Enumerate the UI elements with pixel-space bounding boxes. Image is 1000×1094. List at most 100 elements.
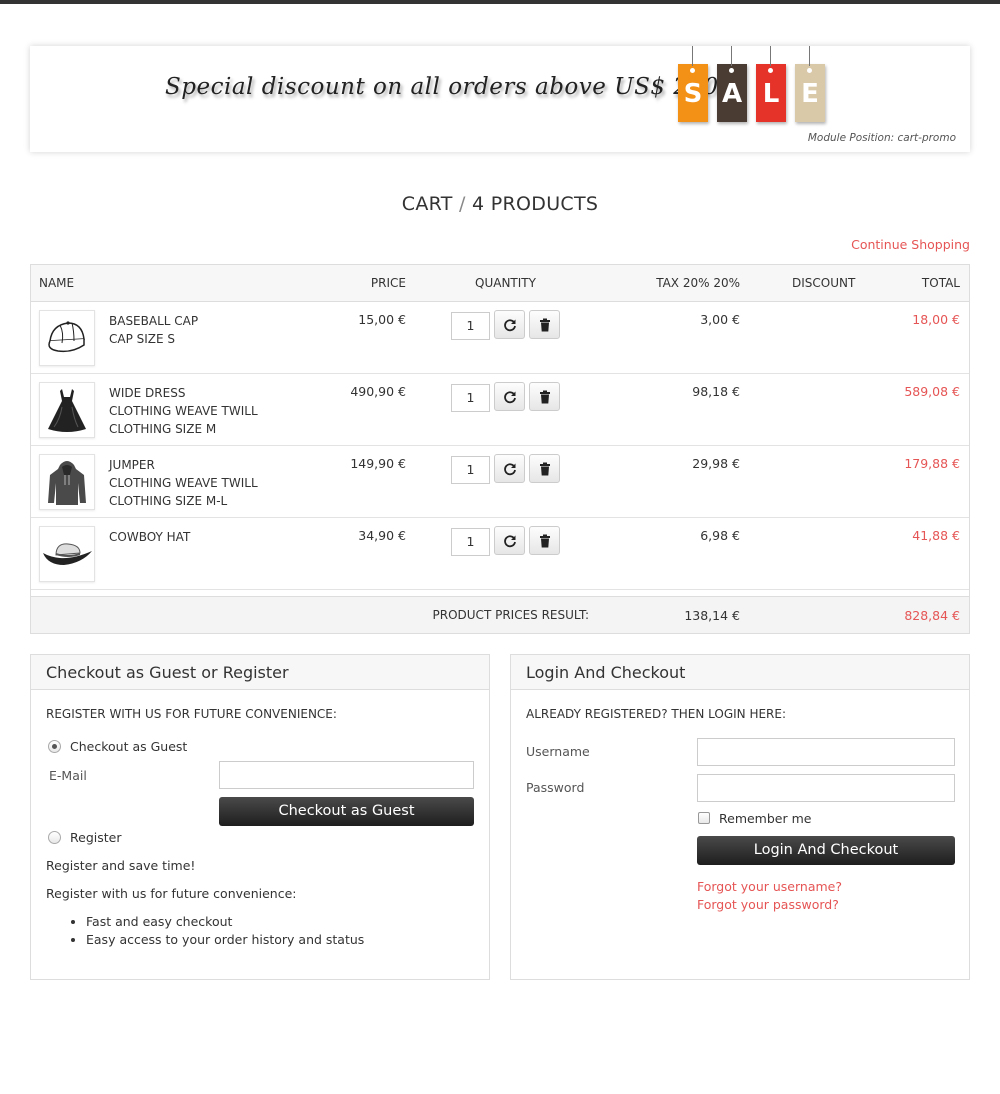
password-field[interactable] — [697, 774, 955, 802]
quantity-input[interactable]: 1 — [451, 384, 490, 412]
list-item: Fast and easy checkout — [86, 913, 364, 931]
forgot-password-link[interactable]: Forgot your password? — [697, 897, 839, 912]
remove-item-button[interactable] — [529, 310, 560, 339]
cart-summary-row: PRODUCT PRICES RESULT: 138,14 € 828,84 € — [31, 596, 969, 633]
table-row: JUMPER CLOTHING WEAVE TWILL CLOTHING SIZ… — [31, 446, 969, 518]
guest-radio-label[interactable]: Checkout as Guest — [70, 739, 187, 754]
promo-text: Special discount on all orders above US$… — [165, 74, 719, 100]
register-line-2: Register with us for future convenience: — [46, 886, 297, 901]
table-row: BASEBALL CAP CAP SIZE S 15,00 € 1 3,00 €… — [31, 302, 969, 374]
quantity-input[interactable]: 1 — [451, 528, 490, 556]
promo-banner: Special discount on all orders above US$… — [30, 46, 970, 152]
top-bar — [0, 0, 1000, 4]
product-thumbnail[interactable] — [39, 310, 95, 366]
guest-radio[interactable] — [48, 740, 61, 753]
product-name-block: COWBOY HAT — [109, 528, 190, 546]
register-radio-label[interactable]: Register — [70, 830, 121, 845]
login-checkout-panel: Login And Checkout ALREADY REGISTERED? T… — [510, 654, 970, 980]
register-radio[interactable] — [48, 831, 61, 844]
header-total: TOTAL — [921, 276, 960, 290]
refresh-icon — [503, 318, 516, 331]
product-name[interactable]: JUMPER — [109, 456, 258, 474]
summary-tax: 138,14 € — [684, 608, 740, 623]
guest-panel-title: Checkout as Guest or Register — [31, 655, 489, 690]
product-thumbnail[interactable] — [39, 526, 95, 582]
update-quantity-button[interactable] — [494, 526, 525, 555]
header-tax: TAX 20% 20% — [656, 276, 740, 290]
header-name: NAME — [39, 276, 75, 290]
quantity-input[interactable]: 1 — [451, 312, 490, 340]
quantity-input[interactable]: 1 — [451, 456, 490, 484]
product-name[interactable]: COWBOY HAT — [109, 528, 190, 546]
trash-icon — [539, 462, 550, 475]
product-total: 41,88 € — [912, 528, 960, 543]
product-name[interactable]: BASEBALL CAP — [109, 312, 198, 330]
checkout-as-guest-button[interactable]: Checkout as Guest — [219, 797, 474, 826]
remove-item-button[interactable] — [529, 526, 560, 555]
cart-title-separator: / — [458, 193, 466, 215]
table-row: WIDE DRESS CLOTHING WEAVE TWILL CLOTHING… — [31, 374, 969, 446]
product-name-block: BASEBALL CAP CAP SIZE S — [109, 312, 198, 348]
login-panel-subtitle: ALREADY REGISTERED? THEN LOGIN HERE: — [526, 707, 787, 721]
sale-tag-a: A — [717, 46, 747, 122]
product-attribute: CLOTHING WEAVE TWILL — [109, 476, 258, 490]
update-quantity-button[interactable] — [494, 382, 525, 411]
sale-tag-e: E — [795, 46, 825, 122]
product-price: 149,90 € — [350, 456, 406, 471]
register-benefits-list: Fast and easy checkout Easy access to yo… — [72, 913, 364, 949]
module-position-label: Module Position: cart-promo — [807, 132, 956, 144]
username-label: Username — [526, 744, 590, 759]
product-attribute: CAP SIZE S — [109, 332, 176, 346]
refresh-icon — [503, 390, 516, 403]
cart-product-count: 4 PRODUCTS — [472, 193, 599, 215]
login-and-checkout-button[interactable]: Login And Checkout — [697, 836, 955, 865]
header-discount: DISCOUNT — [792, 276, 856, 290]
remember-me-label[interactable]: Remember me — [719, 811, 811, 826]
guest-panel-subtitle: REGISTER WITH US FOR FUTURE CONVENIENCE: — [46, 707, 337, 721]
product-thumbnail[interactable] — [39, 382, 95, 438]
product-price: 490,90 € — [350, 384, 406, 399]
product-price: 15,00 € — [358, 312, 406, 327]
jumper-icon — [48, 461, 86, 505]
cart-table: NAME PRICE QUANTITY TAX 20% 20% DISCOUNT… — [30, 264, 970, 634]
summary-total: 828,84 € — [904, 608, 960, 623]
product-total: 179,88 € — [904, 456, 960, 471]
product-thumbnail[interactable] — [39, 454, 95, 510]
header-quantity: QUANTITY — [475, 276, 536, 290]
hat-icon — [43, 543, 92, 565]
list-item: Easy access to your order history and st… — [86, 931, 364, 949]
sale-tag-l: L — [756, 46, 786, 122]
update-quantity-button[interactable] — [494, 310, 525, 339]
sale-tag-s: S — [678, 46, 708, 122]
password-label: Password — [526, 780, 585, 795]
remove-item-button[interactable] — [529, 382, 560, 411]
forgot-username-link[interactable]: Forgot your username? — [697, 879, 842, 894]
username-field[interactable] — [697, 738, 955, 766]
product-name[interactable]: WIDE DRESS — [109, 384, 258, 402]
continue-shopping-link[interactable]: Continue Shopping — [851, 237, 970, 252]
product-attribute: CLOTHING WEAVE TWILL — [109, 404, 258, 418]
refresh-icon — [503, 462, 516, 475]
product-name-block: WIDE DRESS CLOTHING WEAVE TWILL CLOTHING… — [109, 384, 258, 438]
product-price: 34,90 € — [358, 528, 406, 543]
product-tax: 98,18 € — [692, 384, 740, 399]
product-total: 589,08 € — [904, 384, 960, 399]
product-attribute: CLOTHING SIZE M-L — [109, 494, 228, 508]
email-field[interactable] — [219, 761, 474, 789]
remember-me-checkbox[interactable] — [698, 812, 710, 824]
table-row: COWBOY HAT 34,90 € 1 6,98 € 41,88 € — [31, 518, 969, 590]
guest-checkout-panel: Checkout as Guest or Register REGISTER W… — [30, 654, 490, 980]
refresh-icon — [503, 534, 516, 547]
trash-icon — [539, 534, 550, 547]
update-quantity-button[interactable] — [494, 454, 525, 483]
cap-icon — [48, 321, 85, 353]
product-total: 18,00 € — [912, 312, 960, 327]
page-title: CART / 4 PRODUCTS — [0, 193, 1000, 215]
dress-icon — [48, 389, 86, 432]
sale-tags: S A L E — [678, 46, 828, 126]
trash-icon — [539, 390, 550, 403]
login-panel-title: Login And Checkout — [511, 655, 969, 690]
product-tax: 6,98 € — [700, 528, 740, 543]
remove-item-button[interactable] — [529, 454, 560, 483]
email-label: E-Mail — [49, 768, 87, 783]
